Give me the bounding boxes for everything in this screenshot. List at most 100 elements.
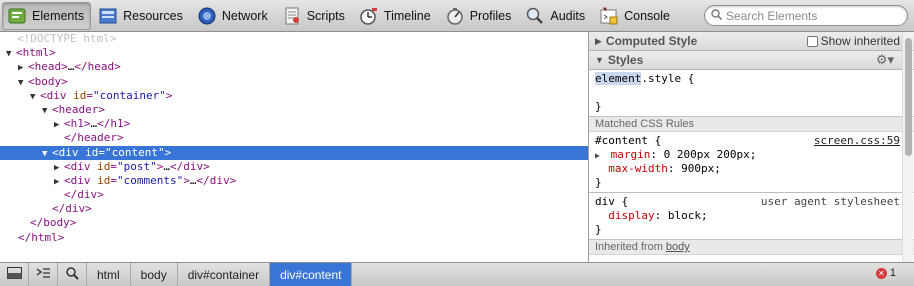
- expanded-triangle-icon[interactable]: ▼: [42, 147, 52, 161]
- panel-toolbar: Elements Resources Network Scripts Timel…: [0, 0, 914, 32]
- tag-name: header: [58, 102, 99, 116]
- css-property-value[interactable]: 900px;: [681, 162, 721, 175]
- attr-name: id: [73, 88, 87, 102]
- css-rule-div[interactable]: div {user agent stylesheet display: bloc…: [589, 193, 914, 239]
- tag-name: div: [70, 173, 91, 187]
- sidebar-scrollbar[interactable]: [902, 32, 913, 262]
- tag-name: header: [77, 131, 117, 145]
- tag-name: h1: [70, 117, 84, 131]
- css-property-name[interactable]: margin: [611, 148, 651, 161]
- tag-name: head: [34, 60, 62, 74]
- inherited-from-link[interactable]: body: [666, 241, 690, 253]
- tab-label: Resources: [123, 8, 183, 23]
- tag-name: div: [58, 145, 79, 159]
- css-property-name[interactable]: max-width: [608, 162, 668, 175]
- collapsed-ellipsis: …: [163, 159, 170, 173]
- tag-name: h1: [110, 117, 124, 131]
- tab-elements[interactable]: Elements: [2, 1, 92, 30]
- close-brace: }: [595, 176, 602, 189]
- network-icon: [197, 6, 217, 26]
- scripts-icon: [282, 6, 302, 26]
- collapsed-triangle-icon[interactable]: ▶: [18, 61, 28, 75]
- attr-value: "comments": [117, 173, 184, 187]
- tag-name: body: [43, 216, 70, 230]
- dom-post-node[interactable]: ▶ <div id="post">…</div>: [0, 160, 588, 174]
- dock-toggle-button[interactable]: [0, 263, 29, 286]
- error-count: 1: [889, 267, 896, 279]
- dom-head-node[interactable]: ▶ <head>…</head>: [0, 60, 588, 74]
- tab-label: Console: [624, 8, 670, 23]
- dom-html-close[interactable]: </html>: [0, 231, 588, 245]
- element-style-block[interactable]: element.style { }: [589, 70, 914, 116]
- tag-name: div: [70, 159, 91, 173]
- expanded-triangle-icon[interactable]: ▼: [30, 90, 40, 104]
- matched-rules-header: Matched CSS Rules: [589, 116, 914, 132]
- tab-profiles[interactable]: Profiles: [440, 2, 519, 30]
- tag-name: html: [22, 46, 50, 60]
- rule-source-link[interactable]: screen.css:59: [814, 134, 900, 148]
- tab-resources[interactable]: Resources: [93, 2, 190, 30]
- show-inherited-label: Show inherited: [820, 34, 900, 48]
- console-icon: [599, 6, 619, 26]
- show-inherited-toggle[interactable]: Show inherited: [806, 34, 900, 48]
- inherited-prefix: Inherited from: [595, 241, 666, 253]
- computed-style-header[interactable]: ▶ Computed Style Show inherited: [589, 32, 914, 51]
- styles-sidebar: ▶ Computed Style Show inherited ▼ Styles…: [588, 32, 914, 262]
- audits-icon: [525, 6, 545, 26]
- attr-value: "container": [93, 88, 166, 102]
- tag-name: head: [87, 60, 115, 74]
- search-icon: [711, 8, 723, 23]
- collapsed-triangle-icon[interactable]: ▶: [54, 161, 64, 175]
- element-style-selector-rest: .style {: [641, 72, 695, 85]
- breadcrumb-body[interactable]: body: [131, 263, 178, 286]
- scrollbar-thumb[interactable]: [905, 38, 912, 156]
- breadcrumb-container[interactable]: div#container: [178, 263, 271, 286]
- expand-property-icon[interactable]: ▶: [595, 149, 604, 163]
- dom-comments-node[interactable]: ▶ <div id="comments">…</div>: [0, 174, 588, 188]
- expanded-triangle-icon[interactable]: ▼: [42, 104, 52, 118]
- tab-timeline[interactable]: Timeline: [354, 2, 438, 30]
- rule-selector: #content {: [595, 134, 662, 147]
- attr-name: id: [97, 159, 111, 173]
- collapsed-triangle-icon[interactable]: ▶: [54, 118, 64, 132]
- breadcrumb-html[interactable]: html: [87, 263, 131, 286]
- dom-header-node[interactable]: ▼ <header>: [0, 103, 588, 117]
- css-property-value[interactable]: 0 200px 200px;: [664, 148, 757, 161]
- dom-body-node[interactable]: ▼ <body>: [0, 75, 588, 89]
- status-bar: html body div#container div#content ✕ 1: [0, 262, 914, 286]
- tab-audits[interactable]: Audits: [520, 2, 592, 30]
- expanded-triangle-icon[interactable]: ▼: [18, 76, 28, 90]
- show-inherited-checkbox[interactable]: [806, 35, 818, 47]
- tag-name: div: [46, 88, 67, 102]
- console-prompt-icon: [36, 267, 51, 282]
- attr-name: id: [85, 145, 99, 159]
- search-field[interactable]: [704, 5, 908, 26]
- console-toggle-button[interactable]: [29, 263, 58, 286]
- inspect-element-button[interactable]: [58, 263, 87, 286]
- close-brace: }: [595, 100, 602, 113]
- css-property-name: display: [608, 209, 655, 222]
- dom-body-close[interactable]: </body>: [0, 216, 588, 230]
- tab-network[interactable]: Network: [192, 2, 275, 30]
- styles-header[interactable]: ▼ Styles ⚙▾: [589, 51, 914, 70]
- search-input[interactable]: [726, 8, 896, 23]
- collapsed-triangle-icon[interactable]: ▶: [54, 175, 64, 189]
- error-count-badge[interactable]: ✕ 1: [875, 267, 896, 279]
- elements-icon: [7, 6, 27, 26]
- tab-label: Network: [221, 8, 268, 23]
- expanded-triangle-icon[interactable]: ▼: [6, 47, 16, 61]
- dom-container-close[interactable]: </div>: [0, 202, 588, 216]
- breadcrumb-content-active[interactable]: div#content: [270, 263, 353, 286]
- dom-html-node[interactable]: ▼ <html>: [0, 46, 588, 60]
- gear-icon[interactable]: ⚙▾: [876, 52, 894, 68]
- dom-header-close[interactable]: </header>: [0, 131, 588, 145]
- dom-content-node-selected[interactable]: ▼ <div id="content">: [0, 145, 588, 161]
- dom-container-node[interactable]: ▼ <div id="container">: [0, 89, 588, 103]
- dom-doctype-node[interactable]: <!DOCTYPE html>: [0, 32, 588, 46]
- css-rule-content[interactable]: #content {screen.css:59 ▶ margin: 0 200p…: [589, 132, 914, 192]
- tag-name: body: [34, 74, 62, 88]
- tab-scripts[interactable]: Scripts: [277, 2, 352, 30]
- dom-content-close[interactable]: </div>: [0, 188, 588, 202]
- dom-h1-node[interactable]: ▶ <h1>…</h1>: [0, 117, 588, 131]
- tab-console[interactable]: Console: [594, 2, 677, 30]
